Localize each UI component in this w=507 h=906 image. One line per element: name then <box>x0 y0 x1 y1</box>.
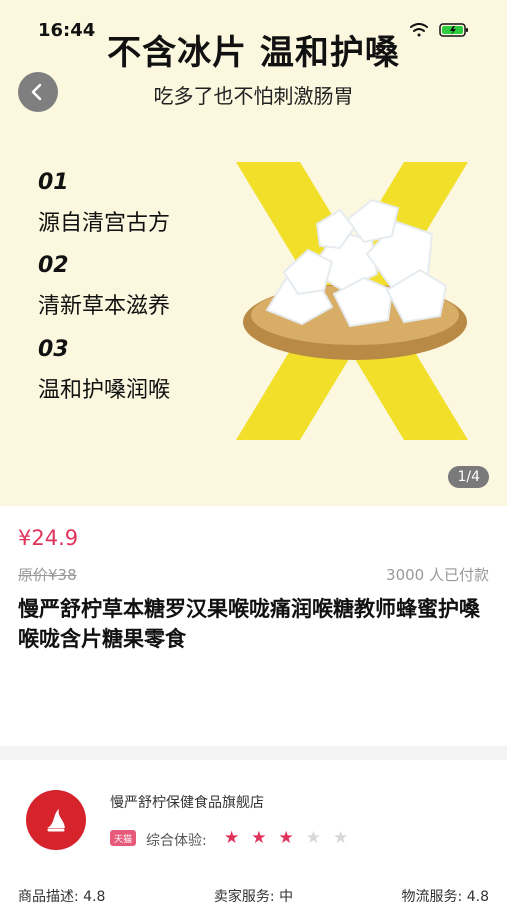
rating-stars: ★ ★ ★ ★ ★ <box>224 828 348 848</box>
shop-name[interactable]: 慢严舒柠保健食品旗舰店 <box>110 792 264 812</box>
star-icon: ★ <box>224 828 240 848</box>
sold-count: 3000 人已付款 <box>386 566 489 584</box>
rock-sugar-bowl-image <box>236 162 468 440</box>
star-icon: ★ <box>333 828 349 848</box>
original-price: 原价¥38 <box>18 566 77 584</box>
product-title: 慢严舒柠草本糖罗汉果喉咙痛润喉糖教师蜂蜜护嗓喉咙含片糖果零食 <box>18 597 480 651</box>
tmall-badge: 天猫 <box>110 830 136 846</box>
shop-logo[interactable] <box>26 790 86 850</box>
rating-logistics: 物流服务: 4.8 <box>401 889 489 905</box>
feature-3: 03 温和护嗓润喉 <box>38 337 170 404</box>
star-icon: ★ <box>278 828 294 848</box>
shop-ratings: 商品描述: 4.8 卖家服务: 中 物流服务: 4.8 <box>0 886 507 906</box>
feature-text: 温和护嗓润喉 <box>38 378 171 403</box>
shop-card[interactable]: 慢严舒柠保健食品旗舰店 天猫 综合体验: ★ ★ ★ ★ ★ 商品描述: 4.8… <box>0 760 507 905</box>
star-icon: ★ <box>251 828 267 848</box>
feature-num: 01 <box>38 170 69 195</box>
experience-label: 综合体验: <box>146 833 207 849</box>
hero-subtitle: 吃多了也不怕刺激肠胃 <box>153 84 354 108</box>
rating-seller: 卖家服务: 中 <box>213 889 294 905</box>
product-image-carousel[interactable]: 16:44 不含冰片 温和护嗓 吃多了也不怕刺激肠胃 01 源自清宫古方 02 … <box>0 0 507 506</box>
rating-desc: 商品描述: 4.8 <box>18 889 106 905</box>
feature-text: 清新草本滋养 <box>38 294 171 319</box>
feature-1: 01 源自清宫古方 <box>38 170 170 237</box>
section-divider <box>0 746 507 760</box>
hero-title: 不含冰片 温和护嗓 <box>107 33 400 73</box>
shop-logo-icon <box>47 809 65 832</box>
price: ¥24.9 <box>18 526 79 550</box>
feature-2: 02 清新草本滋养 <box>38 253 170 320</box>
star-icon: ★ <box>305 828 321 848</box>
image-pager: 1/4 <box>448 466 489 488</box>
product-info: ¥24.9 原价¥38 3000 人已付款 慢严舒柠草本糖罗汉果喉咙痛润喉糖教师… <box>0 506 507 746</box>
feature-text: 源自清宫古方 <box>38 211 171 236</box>
feature-num: 03 <box>38 337 69 362</box>
feature-num: 02 <box>38 253 69 278</box>
